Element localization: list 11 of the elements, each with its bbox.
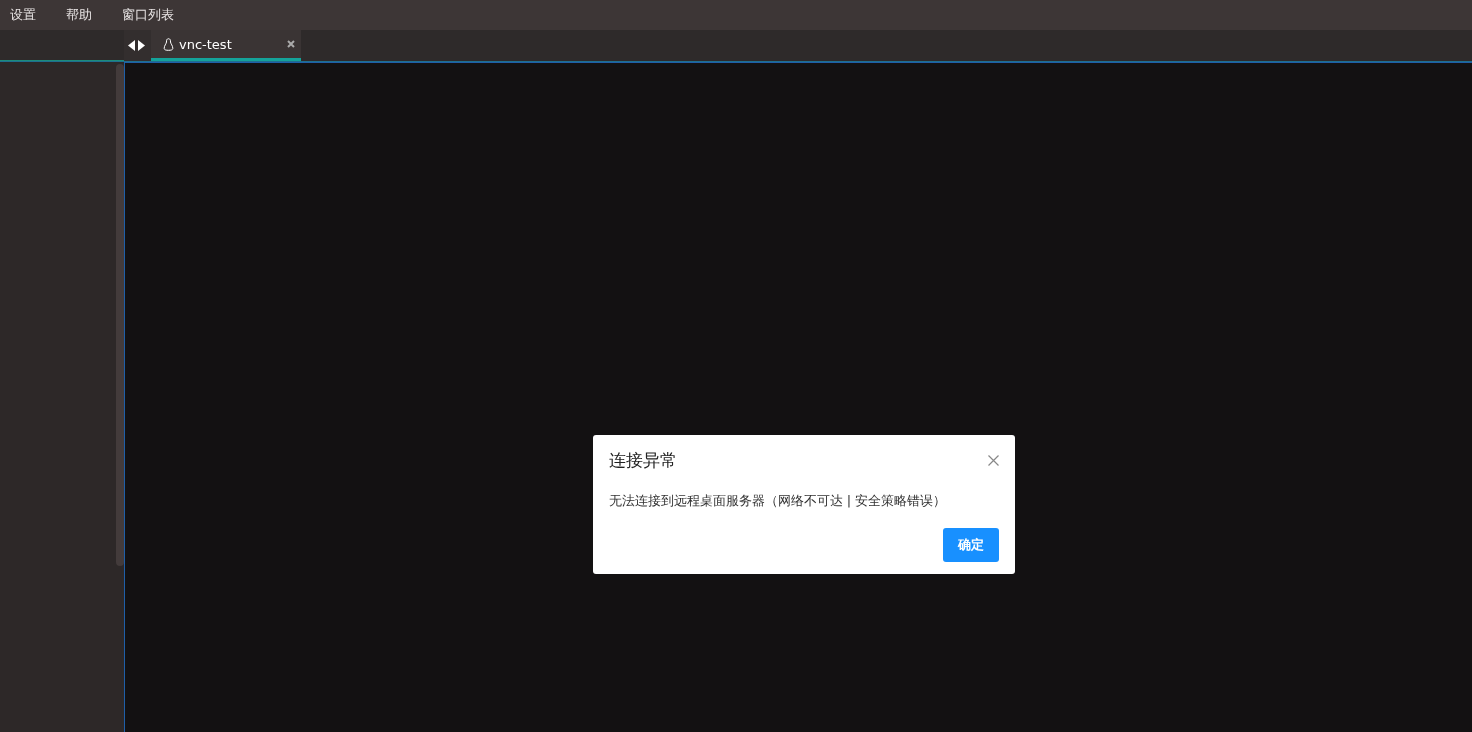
menu-item[interactable]: 设置 bbox=[10, 6, 36, 24]
menu-item[interactable]: 帮助 bbox=[66, 6, 92, 24]
close-icon[interactable] bbox=[287, 40, 295, 48]
left-arrow-icon[interactable] bbox=[128, 40, 135, 51]
dialog-title: 连接异常 bbox=[608, 449, 677, 472]
scrollbar[interactable] bbox=[116, 64, 124, 566]
right-arrow-icon[interactable] bbox=[138, 40, 145, 51]
menu-item[interactable]: 窗口列表 bbox=[122, 6, 174, 24]
tab[interactable]: vnc-test bbox=[151, 30, 301, 61]
dialog-message: 无法连接到远程桌面服务器（网络不可达 | 安全策略错误） bbox=[608, 492, 948, 510]
close-icon[interactable] bbox=[987, 455, 999, 466]
